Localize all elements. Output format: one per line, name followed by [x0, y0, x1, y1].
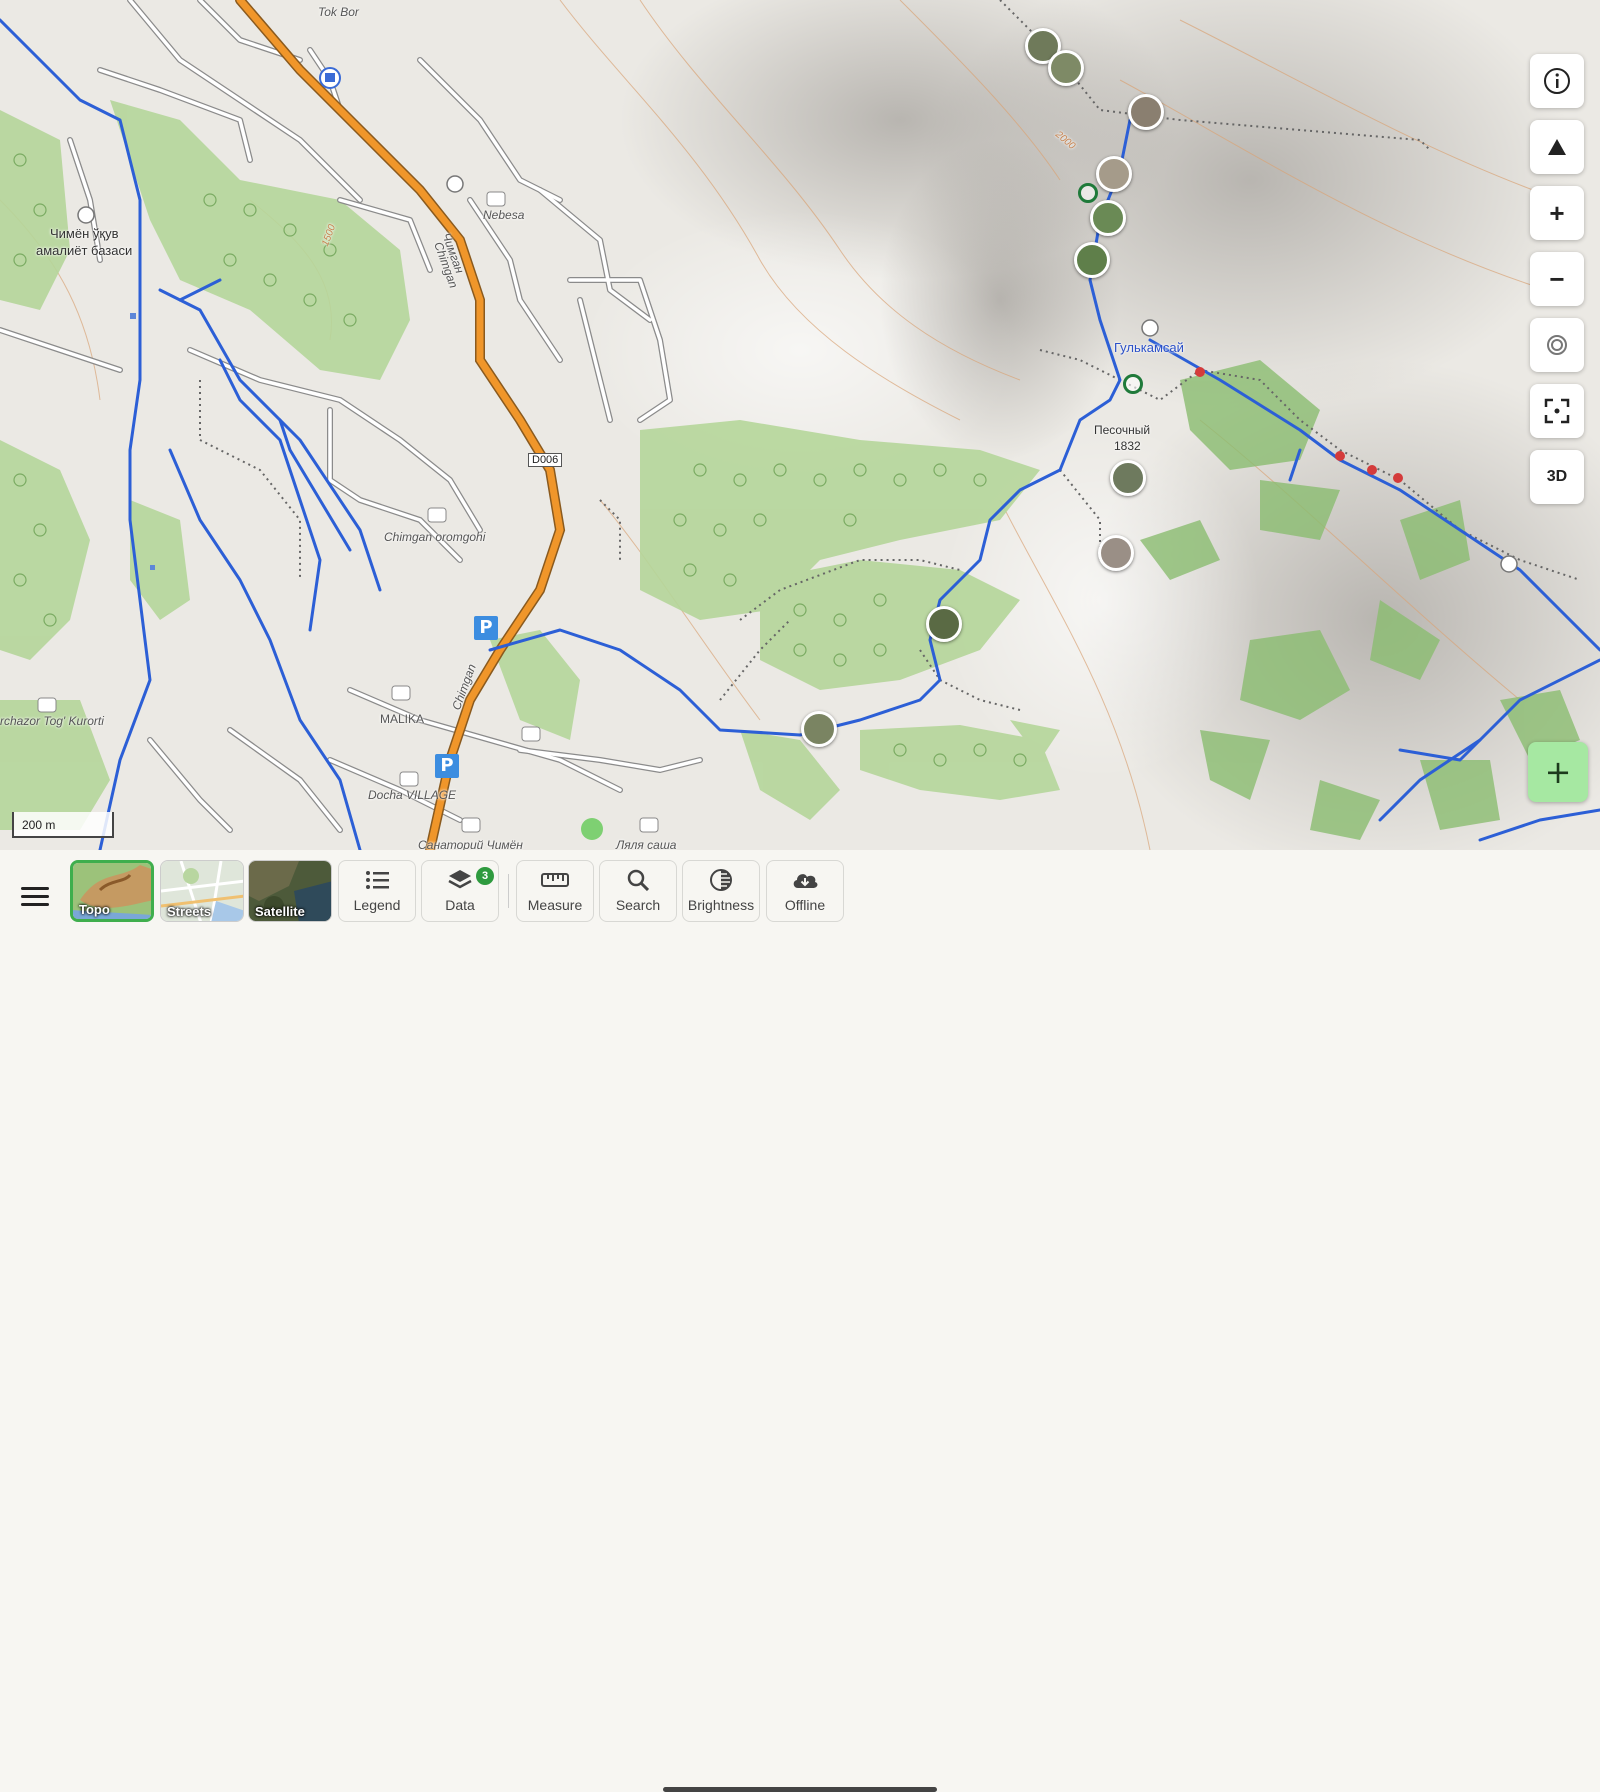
search-icon: [627, 867, 649, 893]
parking-icon[interactable]: P: [435, 754, 459, 778]
place-label-nebesa: Nebesa: [483, 208, 525, 222]
layer-satellite[interactable]: Satellite: [248, 860, 332, 922]
search-label: Search: [615, 897, 661, 913]
parking-icon[interactable]: P: [474, 616, 498, 640]
data-label: Data: [445, 897, 475, 913]
photo-marker[interactable]: [1090, 200, 1126, 236]
place-label-tok-bor: Tok Bor: [318, 5, 359, 19]
zoom-out-label: −: [1549, 263, 1565, 294]
offline-button[interactable]: Offline: [766, 860, 844, 922]
zoom-out-button[interactable]: −: [1530, 252, 1584, 306]
peak-label-pesochny: Песочный: [1094, 423, 1151, 437]
brightness-label: Brightness: [687, 897, 755, 913]
measure-button[interactable]: Measure: [516, 860, 594, 922]
peak-elevation: 1832: [1114, 439, 1141, 453]
topo-map[interactable]: Tok Bor Nebesa Chimgan oromgohi MALIKA D…: [0, 0, 1600, 850]
home-indicator: [663, 1787, 937, 1792]
compass-button[interactable]: [1530, 120, 1584, 174]
road-badge-d006: D006: [528, 453, 563, 467]
fullscreen-button[interactable]: [1530, 384, 1584, 438]
place-label-chimyon-base-2: амалиёт базаси: [36, 243, 133, 258]
info-icon: [1544, 68, 1570, 94]
plus-icon: +: [1544, 753, 1572, 791]
place-label-docha-village: Docha VILLAGE: [368, 788, 457, 802]
my-location-button[interactable]: [1530, 318, 1584, 372]
cloud-download-icon: [791, 867, 819, 893]
location-target-icon: [1547, 335, 1567, 355]
photo-marker[interactable]: [1110, 460, 1146, 496]
3d-button[interactable]: 3D: [1530, 450, 1584, 504]
layer-streets[interactable]: Streets: [160, 860, 244, 922]
layer-streets-label: Streets: [167, 904, 212, 919]
data-count-badge: 3: [476, 867, 494, 885]
info-button[interactable]: [1530, 54, 1584, 108]
peak-label-gulkamsai: Гулькамсай: [1114, 340, 1184, 355]
north-arrow-icon: [1548, 139, 1566, 155]
offline-label: Offline: [784, 897, 826, 913]
place-label-chimgan-oromgohi: Chimgan oromgohi: [384, 530, 486, 544]
photo-marker[interactable]: [1096, 156, 1132, 192]
photo-marker[interactable]: [1128, 94, 1164, 130]
layer-topo-label: Topo: [79, 902, 110, 917]
place-label-malika: MALIKA: [380, 712, 425, 726]
data-button[interactable]: Data 3: [421, 860, 499, 922]
place-label-chimyon-base-1: Чимён ўқув: [50, 226, 119, 241]
legend-button[interactable]: Legend: [338, 860, 416, 922]
3d-label: 3D: [1546, 468, 1568, 485]
toolbar-divider: [508, 874, 509, 908]
map-canvas: [0, 0, 1600, 850]
photo-marker[interactable]: [926, 606, 962, 642]
list-icon: [365, 867, 389, 893]
place-label-lyalya-sasha: Ляля саша: [616, 838, 677, 850]
photo-marker[interactable]: [1074, 242, 1110, 278]
ruler-icon: [541, 867, 569, 893]
photo-marker[interactable]: [1098, 535, 1134, 571]
layer-satellite-label: Satellite: [255, 904, 305, 919]
place-label-kurorti: rchazor Tog' Kurorti: [0, 714, 104, 728]
layers-icon: [448, 867, 472, 893]
brightness-icon: [709, 867, 733, 893]
photo-marker[interactable]: [1048, 50, 1084, 86]
waypoint-marker[interactable]: [1123, 374, 1143, 394]
fullscreen-icon: [1544, 398, 1570, 424]
scale-bar: 200 m: [12, 812, 114, 838]
search-button[interactable]: Search: [599, 860, 677, 922]
hamburger-menu-icon[interactable]: [18, 879, 52, 913]
zoom-in-label: +: [1549, 197, 1565, 228]
place-label-sanatorium: Санаторий Чимён: [418, 838, 523, 850]
waypoint-marker[interactable]: [1078, 183, 1098, 203]
layer-topo[interactable]: Topo: [70, 860, 154, 922]
brightness-button[interactable]: Brightness: [682, 860, 760, 922]
add-button[interactable]: +: [1528, 742, 1588, 802]
legend-label: Legend: [353, 897, 401, 913]
zoom-in-button[interactable]: +: [1530, 186, 1584, 240]
photo-marker[interactable]: [801, 711, 837, 747]
bottom-toolbar: Topo Streets Satellite Legend Data 3 Mea…: [0, 850, 1600, 1792]
measure-label: Measure: [527, 897, 583, 913]
